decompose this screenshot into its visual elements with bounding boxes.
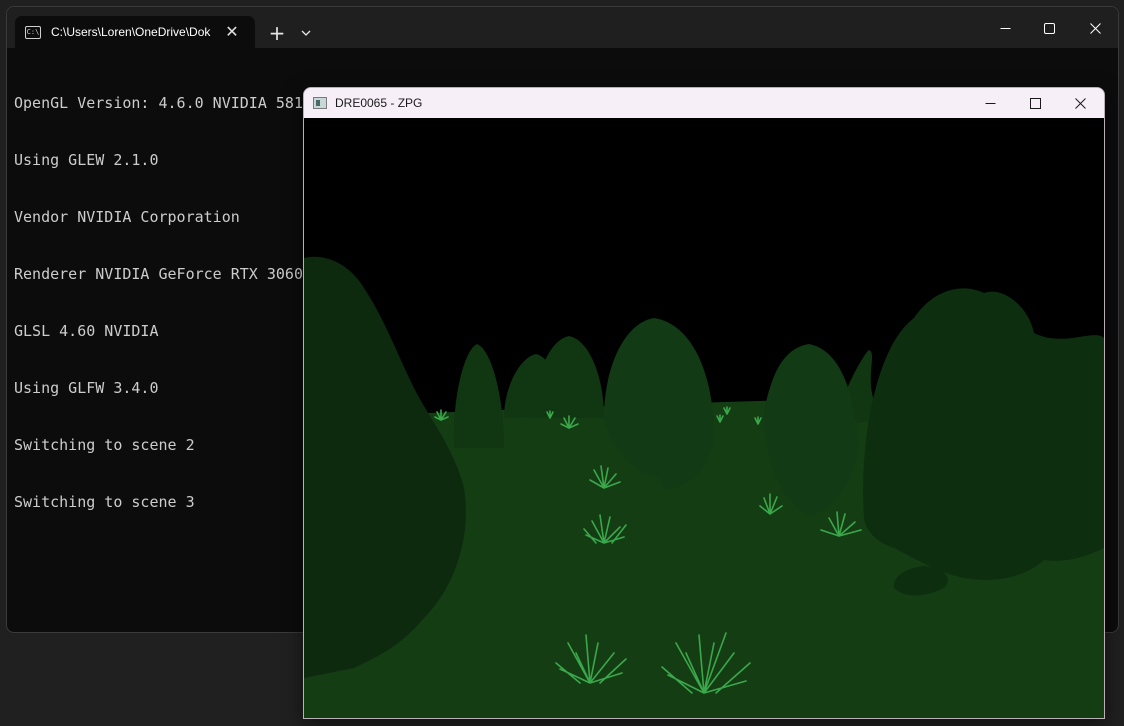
terminal-output[interactable]: OpenGL Version: 4.6.0 NVIDIA 581.42 Usin… [14,56,330,550]
terminal-line: Vendor NVIDIA Corporation [14,208,240,226]
close-button[interactable] [1075,13,1115,43]
opengl-window: DRE0065 - ZPG [303,87,1105,719]
new-tab-button[interactable]: + [265,21,289,45]
terminal-icon: C:\ [25,25,41,39]
terminal-line: Using GLFW 3.4.0 [14,379,159,397]
tab-title: C:\Users\Loren\OneDrive\Dok [51,25,211,39]
terminal-line: GLSL 4.60 NVIDIA [14,322,159,340]
terminal-line: OpenGL Version: 4.6.0 NVIDIA 581.42 [14,94,331,112]
window-title: DRE0065 - ZPG [335,96,423,110]
minimize-icon [1000,27,1010,29]
maximize-button[interactable] [1029,13,1069,43]
terminal-line: Switching to scene 3 [14,493,195,511]
close-button[interactable] [1058,88,1102,118]
close-tab-icon[interactable]: ✕ [224,24,240,40]
render-viewport[interactable] [304,118,1104,718]
chevron-down-icon[interactable] [295,21,317,45]
forest-scene [304,118,1104,718]
terminal-line: Using GLEW 2.1.0 [14,151,159,169]
minimize-icon [985,102,995,104]
close-icon [1074,97,1086,109]
terminal-tab[interactable]: C:\ C:\Users\Loren\OneDrive\Dok ✕ [15,16,255,48]
maximize-icon [1043,22,1055,34]
terminal-line: Renderer NVIDIA GeForce RTX 3060 [14,265,303,283]
terminal-titlebar: C:\ C:\Users\Loren\OneDrive\Dok ✕ + [7,7,1118,48]
minimize-button[interactable] [968,88,1012,118]
opengl-titlebar[interactable]: DRE0065 - ZPG [304,88,1104,118]
minimize-button[interactable] [985,13,1025,43]
terminal-line: Switching to scene 2 [14,436,195,454]
maximize-icon [1029,97,1041,109]
close-icon [1089,22,1101,34]
app-icon [313,97,327,109]
maximize-button[interactable] [1013,88,1057,118]
